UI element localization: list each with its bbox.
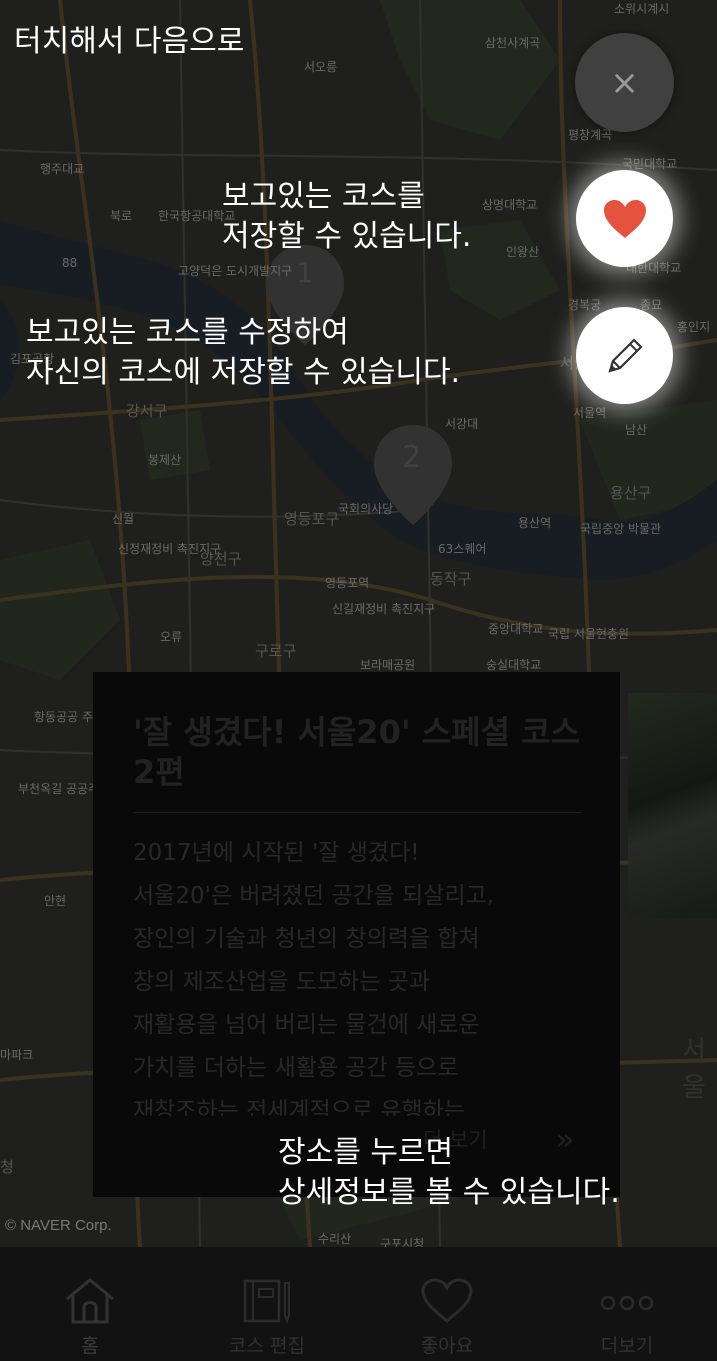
hint-tap-next: 터치해서 다음으로 <box>14 24 245 59</box>
edit-course-button[interactable] <box>576 307 673 404</box>
save-course-button[interactable] <box>576 170 673 267</box>
pencil-icon <box>607 337 643 373</box>
hint-place-line2: 상세정보를 볼 수 있습니다. <box>278 1175 620 1210</box>
hint-place-line1: 장소를 누르면 <box>278 1135 454 1170</box>
hint-edit-line1: 보고있는 코스를 수정하여 <box>26 315 349 350</box>
heart-icon <box>603 199 646 238</box>
close-button[interactable]: × <box>575 33 674 132</box>
close-icon: × <box>610 62 639 103</box>
hint-edit-line2: 자신의 코스에 저장할 수 있습니다. <box>26 355 461 390</box>
hint-save-line1: 보고있는 코스를 <box>222 179 425 214</box>
hint-save-line2: 저장할 수 있습니다. <box>222 219 472 254</box>
